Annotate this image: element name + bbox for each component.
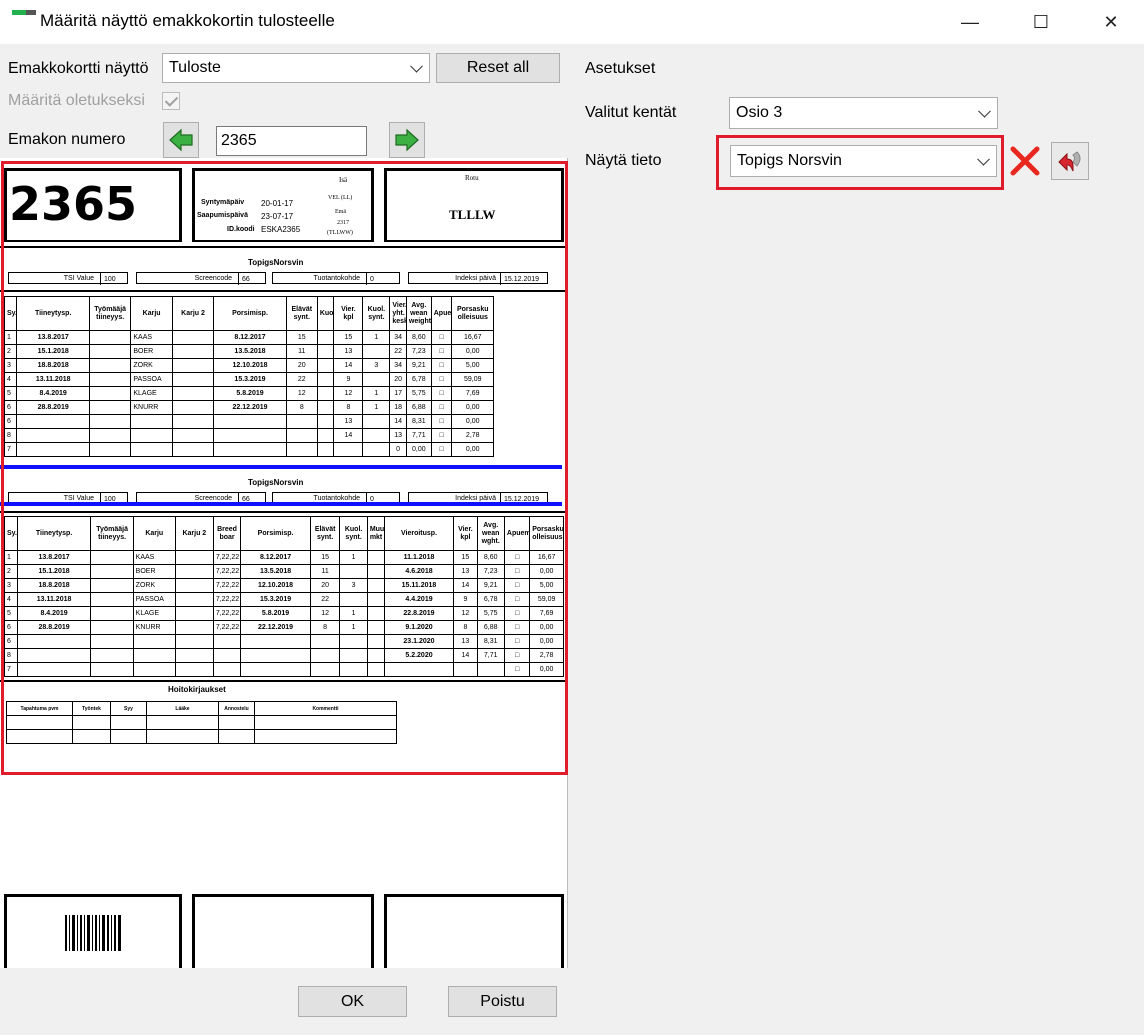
selected-fields-select[interactable]: Osio 3 xyxy=(729,97,998,129)
empty-card xyxy=(384,894,564,968)
window-title: Määritä näyttö emakkokortin tulosteelle xyxy=(40,11,335,30)
next-sow-button[interactable] xyxy=(389,122,425,158)
ok-button[interactable]: OK xyxy=(298,986,407,1017)
close-button[interactable]: ✕ xyxy=(1076,0,1144,44)
undo-button[interactable] xyxy=(1051,142,1089,180)
set-default-checkbox[interactable] xyxy=(162,92,180,110)
set-default-label: Määritä oletukseksi xyxy=(8,92,145,109)
sow-number-field[interactable]: 2365 xyxy=(216,126,367,156)
chevron-down-icon xyxy=(978,104,991,118)
preview-highlight xyxy=(1,161,568,775)
selected-fields-label: Valitut kentät xyxy=(585,104,677,121)
show-info-select[interactable]: Topigs Norsvin xyxy=(730,145,997,177)
delete-icon xyxy=(1010,146,1040,176)
chevron-down-icon xyxy=(410,59,423,73)
empty-card xyxy=(192,894,374,968)
barcode-card xyxy=(4,894,182,968)
reset-all-button[interactable]: Reset all xyxy=(436,53,560,83)
show-info-label: Näytä tieto xyxy=(585,152,662,169)
undo-icon xyxy=(1058,151,1081,172)
maximize-button[interactable]: ☐ xyxy=(1006,0,1076,44)
view-select-value: Tuloste xyxy=(169,59,221,76)
title-bar: Määritä näyttö emakkokortin tulosteelle … xyxy=(0,0,1144,44)
view-label: Emakkokortti näyttö xyxy=(8,60,149,77)
settings-label: Asetukset xyxy=(585,60,656,77)
chevron-down-icon xyxy=(977,152,990,166)
show-info-value: Topigs Norsvin xyxy=(737,152,842,169)
view-select[interactable]: Tuloste xyxy=(162,53,430,83)
app-icon xyxy=(12,10,36,24)
sow-number-label: Emakon numero xyxy=(8,131,126,148)
arrow-right-icon xyxy=(395,128,419,152)
delete-button[interactable] xyxy=(1006,142,1044,180)
selected-fields-value: Osio 3 xyxy=(736,104,783,121)
arrow-left-icon xyxy=(169,128,193,152)
previous-sow-button[interactable] xyxy=(163,122,199,158)
barcode-icon xyxy=(65,915,121,951)
minimize-button[interactable]: — xyxy=(935,0,1005,44)
exit-button[interactable]: Poistu xyxy=(448,986,557,1017)
